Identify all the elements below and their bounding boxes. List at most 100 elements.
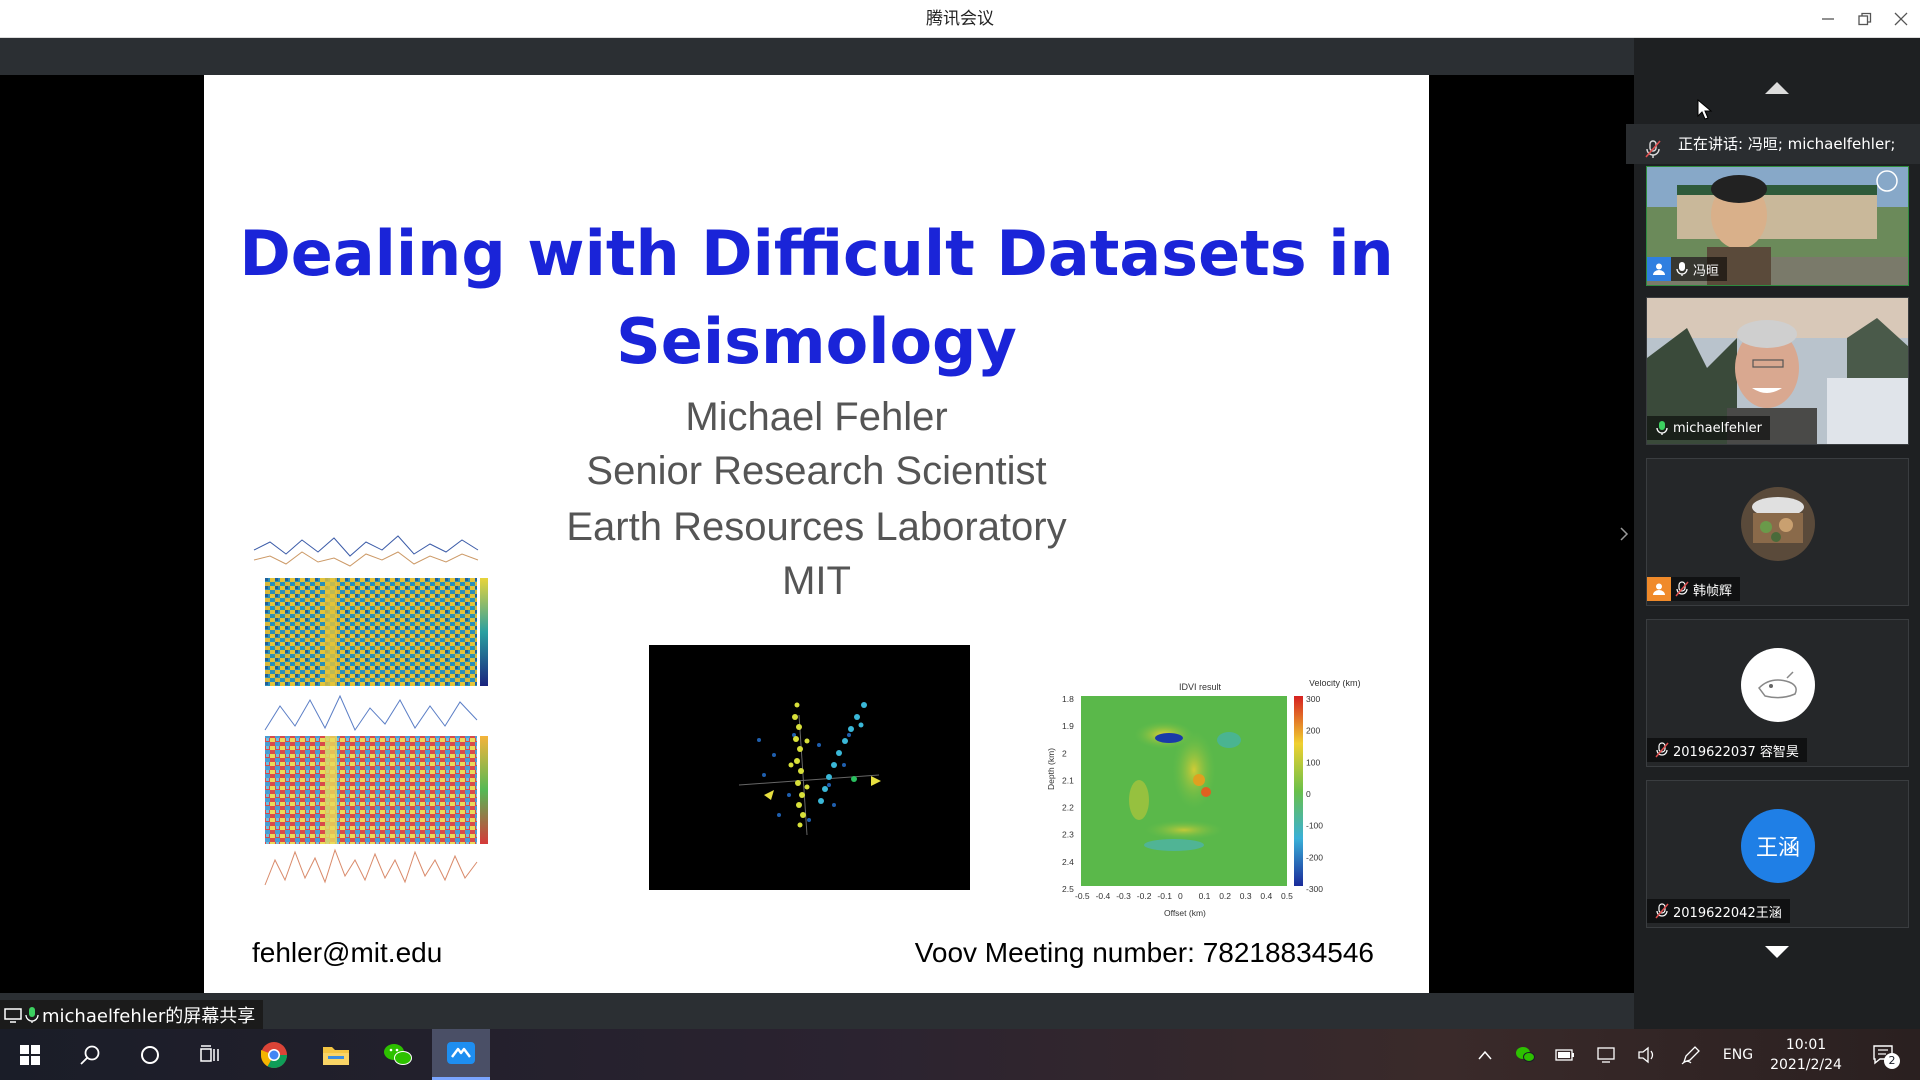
show-hidden-icons-button[interactable] — [1470, 1029, 1500, 1080]
x-tick-label: -0.4 — [1096, 891, 1111, 901]
network-icon — [1597, 1046, 1615, 1063]
slide-email: fehler@mit.edu — [252, 937, 443, 968]
restore-icon — [1858, 12, 1872, 26]
pen-tray-button[interactable] — [1676, 1029, 1706, 1080]
tencent-meeting-icon — [447, 1042, 475, 1064]
fig-right-title: IDVI result — [1179, 682, 1222, 692]
windows-logo-icon — [20, 1044, 40, 1065]
spectrogram-figure — [253, 535, 488, 886]
participant-name: 冯晅 — [1693, 263, 1720, 279]
participant-avatar: 王涵 — [1741, 809, 1815, 883]
mic-muted-icon — [1651, 738, 1673, 762]
stage-top-strip — [0, 38, 1634, 75]
battery-icon — [1555, 1048, 1574, 1061]
colorbar-tick-label: 300 — [1306, 694, 1320, 704]
colorbar-tick-label: -300 — [1306, 884, 1323, 894]
mic-muted-icon — [1671, 577, 1693, 601]
collapse-panel-button[interactable] — [1616, 524, 1632, 544]
scroll-up-button[interactable] — [1762, 78, 1792, 98]
search-icon — [80, 1045, 100, 1065]
clock-button[interactable]: 10:01 2021/2/24 — [1756, 1035, 1856, 1075]
close-icon — [1894, 12, 1908, 26]
y-tick-label: 2.5 — [1062, 884, 1074, 894]
x-tick-label: 0.5 — [1281, 891, 1293, 901]
participant-name: 2019622042王涵 — [1673, 905, 1782, 921]
chrome-taskbar-button[interactable] — [246, 1029, 302, 1080]
wechat-tray-button[interactable] — [1510, 1029, 1540, 1080]
participant-tile[interactable]: 韩帧辉 — [1646, 458, 1909, 606]
notification-count-badge: 2 — [1884, 1053, 1900, 1069]
tencent-meeting-taskbar-button[interactable] — [432, 1029, 490, 1080]
folder-icon — [323, 1046, 349, 1065]
participant-name: michaelfehler — [1673, 420, 1763, 436]
y-tick-label: 2.4 — [1062, 857, 1074, 867]
y-tick-label: 2.3 — [1062, 830, 1074, 840]
volume-icon — [1638, 1046, 1654, 1063]
clock-date: 2021/2/24 — [1770, 1057, 1842, 1073]
mouse-cursor-icon — [1697, 99, 1713, 120]
participant-namebar: michaelfehler — [1647, 416, 1771, 440]
windows-taskbar: ENG 10:01 2021/2/24 2 — [0, 1029, 1920, 1080]
triangle-down-icon — [1765, 946, 1789, 958]
colorbar-tick-label: 0 — [1306, 789, 1311, 799]
slide-title-line1: Dealing with Difficult Datasets in — [239, 217, 1394, 290]
battery-tray-button[interactable] — [1550, 1029, 1580, 1080]
mic-muted-icon — [1651, 899, 1673, 923]
cortana-icon — [141, 1045, 159, 1064]
minimize-icon — [1822, 18, 1834, 20]
cortana-button[interactable] — [122, 1029, 178, 1080]
x-tick-label: -0.5 — [1075, 891, 1090, 901]
x-tick-label: -0.1 — [1157, 891, 1172, 901]
participant-avatar — [1741, 648, 1815, 722]
user-icon — [1647, 577, 1671, 601]
fig-right-colorbar-label: Velocity (km) — [1309, 680, 1361, 688]
clock-time: 10:01 — [1785, 1037, 1827, 1053]
y-tick-label: 1.8 — [1062, 694, 1074, 704]
action-center-button[interactable]: 2 — [1864, 1029, 1904, 1080]
search-button[interactable] — [62, 1029, 118, 1080]
slide-title: Dealing with Difficult Datasets in Seism… — [204, 210, 1429, 386]
window-titlebar: 腾讯会议 — [0, 0, 1920, 38]
close-button[interactable] — [1878, 0, 1920, 38]
pen-icon — [1681, 1045, 1700, 1064]
input-language-button[interactable]: ENG — [1716, 1029, 1760, 1080]
participant-namebar: 韩帧辉 — [1647, 577, 1741, 601]
x-tick-label: 0.4 — [1260, 891, 1272, 901]
wechat-icon — [384, 1043, 412, 1065]
speaking-text: 正在讲话: 冯晅; michaelfehler; — [1678, 135, 1896, 153]
slide-title-line2: Seismology — [616, 305, 1017, 378]
file-explorer-taskbar-button[interactable] — [308, 1029, 364, 1080]
window-title: 腾讯会议 — [926, 9, 994, 29]
participant-tile[interactable]: michaelfehler — [1646, 297, 1909, 445]
colorbar-tick-label: 200 — [1306, 726, 1320, 736]
x-tick-label: -0.3 — [1116, 891, 1131, 901]
slide-author: Michael Fehler — [685, 395, 948, 439]
slide-meeting-number: Voov Meeting number: 78218834546 — [914, 937, 1374, 968]
idvi-result-figure: IDVI result Velocity (km) 1.8 1.9 2 2.1 2.2 2… — [1046, 680, 1361, 918]
x-tick-label: 0.1 — [1199, 891, 1211, 901]
participant-name: 2019622037 容智昊 — [1673, 744, 1799, 760]
participant-namebar: 冯晅 — [1647, 257, 1728, 281]
slide-role: Senior Research Scientist — [586, 449, 1047, 493]
participant-tile[interactable]: 王涵 2019622042王涵 — [1646, 780, 1909, 928]
participant-tile[interactable]: 冯晅 — [1646, 166, 1909, 286]
mic-icon — [1671, 257, 1693, 281]
user-icon — [1647, 257, 1671, 281]
y-tick-label: 2 — [1062, 748, 1067, 758]
x-tick-label: 0 — [1178, 891, 1183, 901]
task-view-button[interactable] — [182, 1029, 238, 1080]
mic-active-icon — [1651, 416, 1673, 440]
participant-tile[interactable]: 2019622037 容智昊 — [1646, 619, 1909, 767]
wechat-icon — [1516, 1046, 1535, 1062]
screen-share-icon — [4, 1007, 22, 1023]
network-tray-button[interactable] — [1592, 1029, 1622, 1080]
x-tick-label: -0.2 — [1137, 891, 1152, 901]
scroll-down-button[interactable] — [1762, 942, 1792, 962]
seismicity-3d-figure — [649, 645, 970, 890]
chevron-right-icon — [1620, 527, 1629, 541]
participant-name: 韩帧辉 — [1693, 583, 1733, 599]
volume-tray-button[interactable] — [1632, 1029, 1662, 1080]
wechat-taskbar-button[interactable] — [370, 1029, 426, 1080]
start-button[interactable] — [2, 1029, 58, 1080]
x-tick-label: 0.3 — [1240, 891, 1252, 901]
